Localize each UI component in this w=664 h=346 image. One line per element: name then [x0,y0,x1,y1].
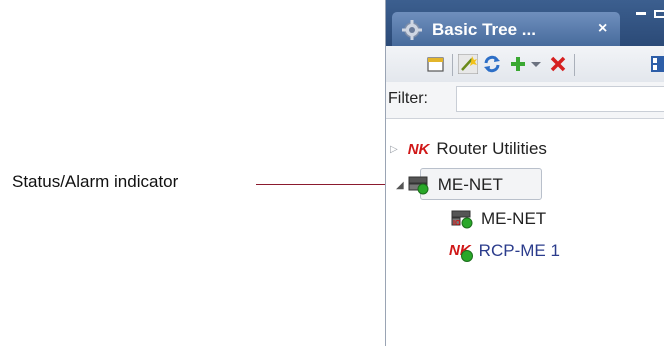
maximize-icon[interactable] [654,10,664,18]
new-window-icon[interactable] [426,54,446,74]
tab-bar: Basic Tree ... × [386,0,664,46]
filter-bar: Filter: [386,82,664,119]
tree-node-me-net-parent[interactable]: ◢ ME-NET [396,170,503,200]
wand-icon[interactable] [458,54,478,74]
tab-title: Basic Tree ... [432,20,536,39]
tab-basic-tree[interactable]: Basic Tree ... × [392,12,620,46]
layout-icon[interactable] [650,54,664,74]
tree-node-label: Router Utilities [436,139,547,158]
tree-view-panel: Basic Tree ... × Filter: ▷ NK Router Uti… [385,0,664,346]
collapse-icon[interactable]: ◢ [396,180,404,191]
delete-icon[interactable] [548,54,568,74]
network-status-icon [408,176,429,195]
tree: ▷ NK Router Utilities ◢ ME-NET IO ME-NET [386,126,664,346]
tree-node-rcp-me-1[interactable]: NK RCP-ME 1 [449,236,560,266]
network-device-icon: IO [451,210,473,229]
minimize-icon[interactable] [636,12,646,15]
toolbar [386,46,664,83]
callout-label: Status/Alarm indicator [12,172,179,191]
close-icon[interactable]: × [598,20,607,38]
filter-input[interactable] [456,86,664,112]
gear-icon [402,20,422,40]
toolbar-separator [452,54,453,76]
nk-status-icon: NK [449,242,473,262]
add-icon[interactable] [508,54,528,74]
svg-text:IO: IO [453,220,461,227]
dropdown-icon[interactable] [529,54,543,74]
tree-node-me-net-child[interactable]: IO ME-NET [449,204,546,234]
filter-label: Filter: [388,90,428,107]
refresh-icon[interactable] [482,54,502,74]
tree-node-router-utilities[interactable]: ▷ NK Router Utilities [390,134,547,164]
nk-badge-icon: NK [407,140,430,158]
tree-node-label: ME-NET [437,175,503,194]
expand-icon[interactable]: ▷ [390,144,398,155]
tree-node-label: ME-NET [481,209,547,228]
toolbar-separator [574,54,575,76]
tree-node-label: RCP-ME 1 [478,241,560,260]
